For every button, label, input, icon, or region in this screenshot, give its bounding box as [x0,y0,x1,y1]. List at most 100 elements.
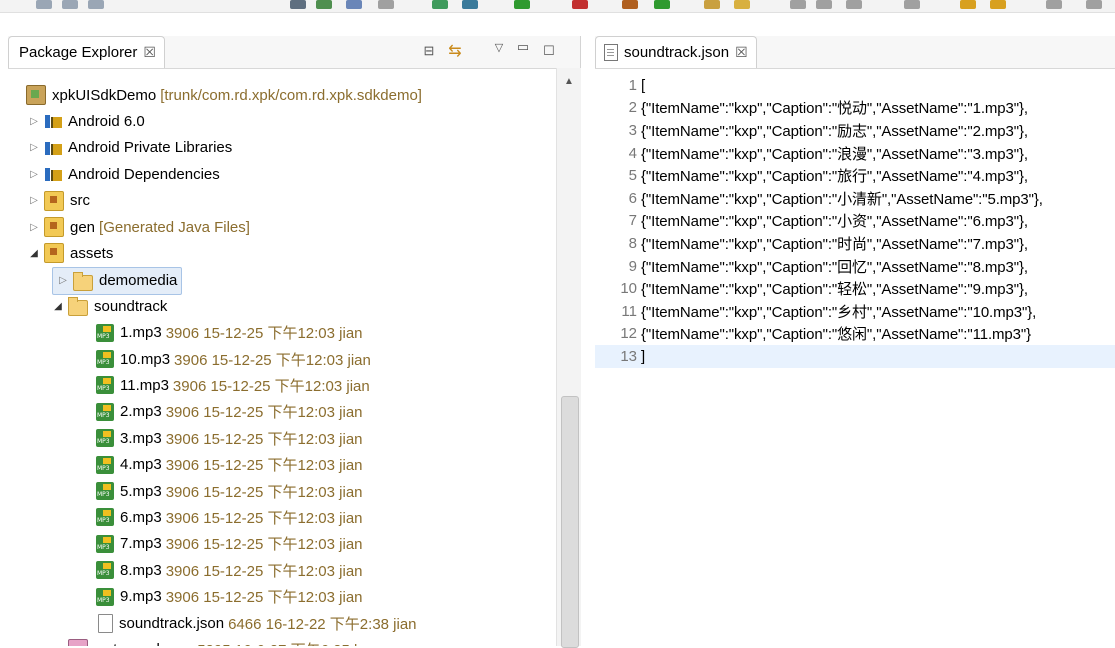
toolbar-icon[interactable] [1086,0,1102,9]
scroll-thumb[interactable] [561,396,579,648]
toolbar-icon[interactable] [514,0,530,9]
view-menu-icon[interactable]: ▽ [490,38,508,56]
tree-item[interactable]: 8.mp33906 15-12-25 下午12:03 jian [96,557,363,583]
folder-icon [68,297,88,317]
tree-item[interactable]: 7.mp33906 15-12-25 下午12:03 jian [96,531,363,557]
expand-arrow-icon[interactable]: ▷ [28,142,40,153]
code-line: 12 {"ItemName":"kxp","Caption":"悠闲","Asse… [595,323,1031,346]
line-number: 8 [628,234,637,252]
tree-item[interactable]: 2.mp33906 15-12-25 下午12:03 jian [96,399,363,425]
tree-item[interactable]: 11.mp33906 15-12-25 下午12:03 jian [96,372,370,398]
tab-package-explorer[interactable]: Package Explorer ☒ [8,36,165,68]
tree-item[interactable]: soundtrack.json 6466 16-12-22 下午2:38 jian [96,610,417,636]
tree-item[interactable]: xpkUISdkDemo [trunk/com.rd.xpk/com.rd.xpk… [10,82,422,108]
tree-item[interactable]: ▷ src [28,188,90,214]
toolbar-icon[interactable] [572,0,588,9]
mp3-file-icon [96,561,114,580]
mp3-file-icon [96,534,114,553]
toolbar-icon[interactable] [704,0,720,9]
tab-soundtrack-json[interactable]: soundtrack.json ☒ [595,36,757,68]
collapse-arrow-icon[interactable]: ◢ [28,248,40,259]
toolbar-icon[interactable] [346,0,362,9]
tree-item-label: 2.mp3 [120,403,162,421]
minimize-icon[interactable]: ▭ [514,38,532,56]
tree-item-label: 1.mp3 [120,324,162,342]
code-line: 2 {"ItemName":"kxp","Caption":"悦动","Asset… [595,97,1028,120]
tree-item[interactable]: ▷ demomedia [52,266,183,295]
tree-item[interactable]: 6.mp33906 15-12-25 下午12:03 jian [96,504,363,530]
vertical-scrollbar[interactable]: ▲ [556,68,581,648]
tree-item[interactable]: 5.mp33906 15-12-25 下午12:03 jian [96,478,363,504]
tree-item-decoration: 3906 15-12-25 下午12:03 jian [165,562,363,580]
tree-item[interactable]: 3.mp33906 15-12-25 下午12:03 jian [96,425,363,451]
toolbar-icon[interactable] [378,0,394,9]
mp3-file-icon [96,482,114,500]
toolbar-icon[interactable] [790,0,806,9]
tree-item-decoration: [trunk/com.rd.xpk/com.rd.xpk.sdkdemo] [160,86,422,104]
line-number: 7 [628,212,637,230]
tree-item[interactable]: 1.mp33906 15-12-25 下午12:03 jian [96,320,363,346]
tree-item-label: Android 6.0 [68,112,145,130]
tab-label: soundtrack.json [624,44,730,61]
toolbar-icon[interactable] [62,0,78,9]
scroll-up-icon[interactable]: ▲ [557,74,581,88]
toolbar-icon[interactable] [734,0,750,9]
mp3-file-icon [96,508,114,527]
expand-arrow-icon[interactable]: ▷ [57,275,69,286]
tree-item-label: 11.mp3 [120,376,169,394]
toolbar-icon[interactable] [462,0,478,9]
tree-item-decoration: 3906 15-12-25 下午12:03 jian [165,325,363,343]
expand-arrow-icon[interactable]: ▷ [28,169,40,180]
maximize-icon[interactable]: ☐ [540,42,558,60]
toolbar-icon[interactable] [904,0,920,9]
close-icon[interactable]: ☒ [735,44,748,61]
close-icon[interactable]: ☒ [143,44,156,61]
toolbar-icon[interactable] [654,0,670,9]
tree-item[interactable]: 9.mp33906 15-12-25 下午12:03 jian [96,584,363,610]
tree-item[interactable]: ▷ Android Private Libraries [28,135,232,161]
tree-item[interactable]: 10.mp33906 15-12-25 下午12:03 jian [96,346,371,372]
tree-item[interactable]: ◢ assets [28,240,113,266]
line-number: 12 [620,325,637,343]
toolbar-icon[interactable] [290,0,306,9]
code-line: 6 {"ItemName":"kxp","Caption":"小清新","Asse… [595,187,1043,210]
link-with-editor-icon[interactable]: ⇆ [446,42,464,60]
package-folder-icon [44,243,64,264]
toolbar-icon[interactable] [846,0,862,9]
mp3-file-icon [96,323,114,342]
tree-item[interactable]: 4.mp33906 15-12-25 下午12:03 jian [96,452,363,478]
tree-item-decoration: 3906 15-12-25 下午12:03 jian [165,509,363,527]
tree-item-label: 7.mp3 [120,535,162,553]
code-text: {"ItemName":"kxp","Caption":"悠闲","AssetN… [641,326,1032,344]
tree-item[interactable]: ▷ gen [Generated Java Files] [28,214,250,240]
toolbar-icon[interactable] [990,0,1006,9]
code-text: {"ItemName":"kxp","Caption":"旅行","AssetN… [641,168,1028,186]
toolbar-icon[interactable] [960,0,976,9]
png-file-icon [68,639,88,646]
tree-item-decoration: 3906 15-12-25 下午12:03 jian [165,404,363,422]
tree-item[interactable]: ◢ soundtrack [52,293,167,319]
toolbar-icon[interactable] [816,0,832,9]
tree-item-decoration: 3906 15-12-25 下午12:03 jian [174,351,371,369]
tree-item-label: watermark.png [94,641,193,646]
collapse-arrow-icon[interactable]: ◢ [52,301,64,312]
expand-arrow-icon[interactable]: ▷ [28,195,40,206]
toolbar-icon[interactable] [316,0,332,9]
line-number: 13 [620,347,637,365]
toolbar-icon[interactable] [432,0,448,9]
collapse-all-icon[interactable]: ⊟ [420,42,438,60]
main-toolbar [0,0,1115,13]
line-number: 9 [628,257,637,275]
line-number: 10 [620,280,637,298]
toolbar-icon[interactable] [622,0,638,9]
toolbar-icon[interactable] [36,0,52,9]
mp3-file-icon [96,402,114,421]
tree-item[interactable]: ▷ Android Dependencies [28,161,220,187]
tree-item-label: 9.mp3 [120,588,162,606]
expand-arrow-icon[interactable]: ▷ [28,222,40,233]
toolbar-icon[interactable] [1046,0,1062,9]
toolbar-icon[interactable] [88,0,104,9]
expand-arrow-icon[interactable]: ▷ [28,116,40,127]
tree-item[interactable]: ▷ Android 6.0 [28,108,145,134]
tree-item[interactable]: watermark.png 5295 16-6-27 下午6:25 luo [52,636,374,646]
